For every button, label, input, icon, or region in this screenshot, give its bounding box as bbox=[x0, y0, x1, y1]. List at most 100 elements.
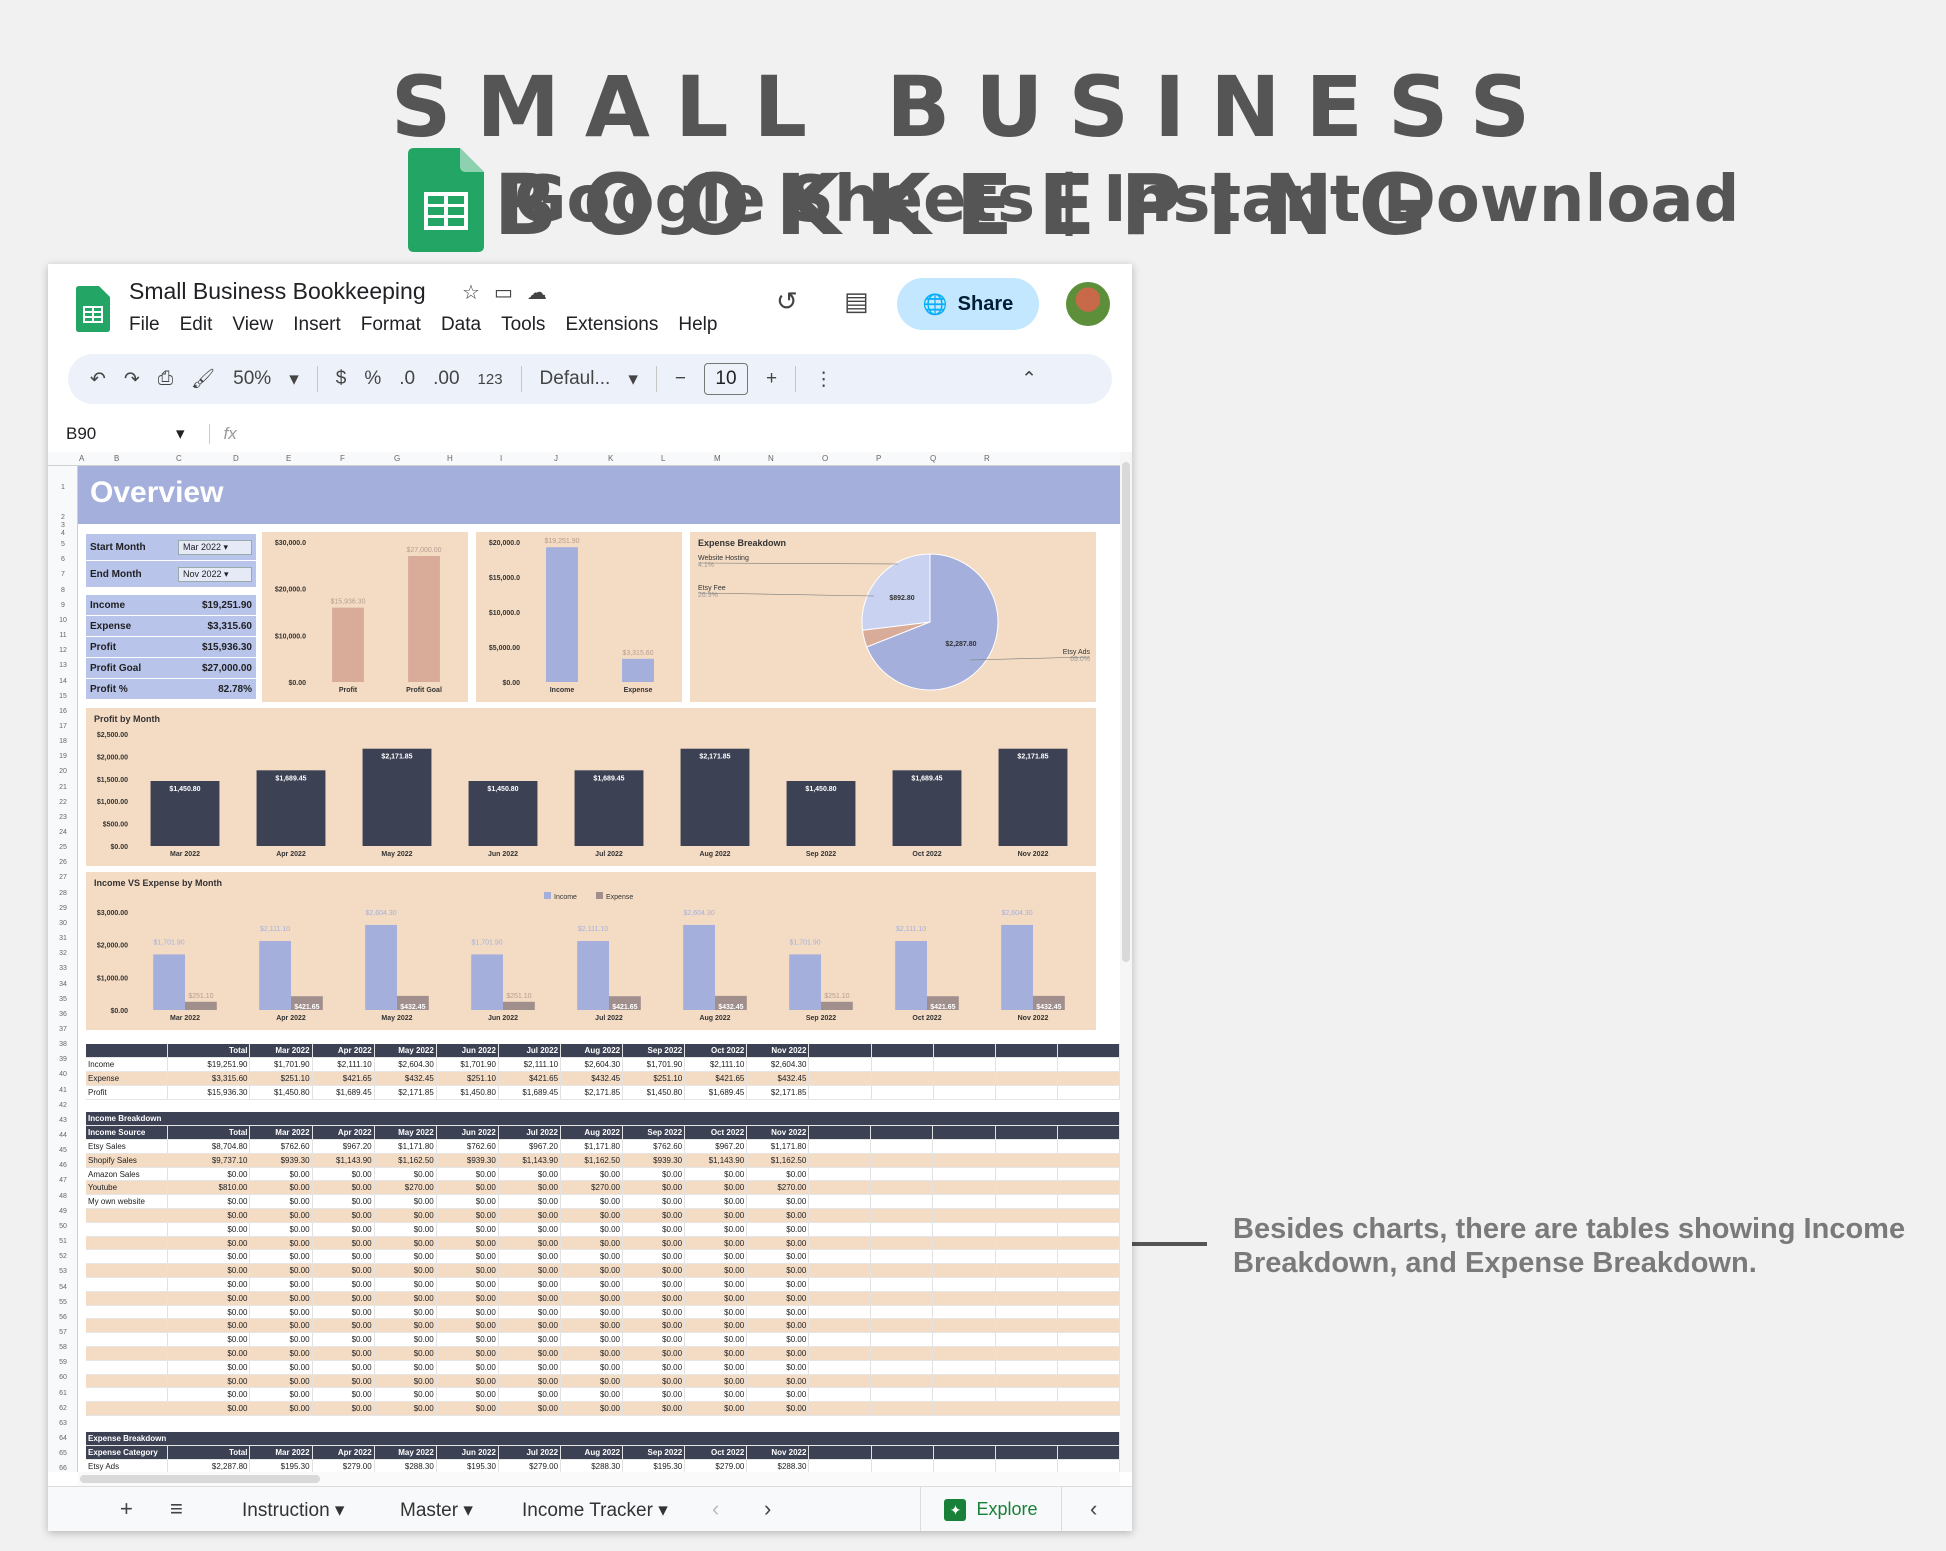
table-cell[interactable]: $939.30 bbox=[436, 1153, 498, 1167]
table-cell[interactable]: $0.00 bbox=[498, 1402, 560, 1416]
row-header[interactable]: 66 bbox=[48, 1465, 78, 1472]
table-cell[interactable]: $0.00 bbox=[250, 1374, 312, 1388]
table-cell[interactable] bbox=[933, 1044, 995, 1058]
row-header[interactable]: 26 bbox=[48, 859, 78, 866]
table-cell[interactable] bbox=[809, 1209, 871, 1223]
table-cell[interactable] bbox=[871, 1140, 933, 1154]
row-header[interactable]: 4 bbox=[48, 530, 78, 537]
table-cell[interactable] bbox=[871, 1181, 933, 1195]
menu-help[interactable]: Help bbox=[678, 314, 717, 336]
table-cell[interactable]: $0.00 bbox=[312, 1209, 374, 1223]
table-cell[interactable] bbox=[933, 1264, 995, 1278]
table-cell[interactable] bbox=[86, 1278, 168, 1292]
side-panel-toggle-icon[interactable]: ‹ bbox=[1090, 1496, 1097, 1522]
table-cell[interactable]: $0.00 bbox=[498, 1347, 560, 1361]
table-cell[interactable] bbox=[871, 1374, 933, 1388]
table-cell[interactable]: $0.00 bbox=[436, 1347, 498, 1361]
row-header[interactable]: 28 bbox=[48, 890, 78, 897]
table-cell[interactable]: Aug 2022 bbox=[561, 1044, 623, 1058]
table-cell[interactable]: $0.00 bbox=[168, 1333, 250, 1347]
table-cell[interactable] bbox=[933, 1388, 995, 1402]
table-cell[interactable]: $0.00 bbox=[498, 1374, 560, 1388]
column-header[interactable]: C bbox=[176, 454, 182, 463]
table-cell[interactable]: $0.00 bbox=[250, 1402, 312, 1416]
table-cell[interactable]: $270.00 bbox=[374, 1181, 436, 1195]
table-cell[interactable]: $0.00 bbox=[623, 1319, 685, 1333]
increase-decimal-button[interactable]: .00 bbox=[433, 368, 459, 390]
table-cell[interactable]: $0.00 bbox=[250, 1195, 312, 1209]
table-cell[interactable] bbox=[871, 1278, 933, 1292]
table-cell[interactable] bbox=[995, 1305, 1057, 1319]
table-cell[interactable] bbox=[1057, 1072, 1119, 1086]
table-cell[interactable]: $421.65 bbox=[498, 1072, 560, 1086]
table-cell[interactable]: Oct 2022 bbox=[685, 1446, 747, 1460]
table-cell[interactable]: $3,315.60 bbox=[168, 1072, 250, 1086]
table-cell[interactable]: $0.00 bbox=[436, 1278, 498, 1292]
table-cell[interactable] bbox=[86, 1388, 168, 1402]
table-cell[interactable]: $0.00 bbox=[168, 1250, 250, 1264]
row-header[interactable]: 22 bbox=[48, 799, 78, 806]
avatar[interactable] bbox=[1066, 282, 1110, 326]
sheets-app-icon[interactable] bbox=[76, 286, 110, 332]
table-cell[interactable]: $0.00 bbox=[560, 1236, 622, 1250]
table-cell[interactable] bbox=[809, 1126, 871, 1140]
table-cell[interactable]: May 2022 bbox=[374, 1044, 436, 1058]
table-cell[interactable]: Nov 2022 bbox=[747, 1446, 809, 1460]
table-cell[interactable]: $0.00 bbox=[168, 1360, 250, 1374]
table-cell[interactable]: $0.00 bbox=[560, 1319, 622, 1333]
table-cell[interactable]: $432.45 bbox=[374, 1072, 436, 1086]
row-header[interactable]: 53 bbox=[48, 1268, 78, 1275]
table-cell[interactable] bbox=[871, 1236, 933, 1250]
table-cell[interactable] bbox=[871, 1291, 933, 1305]
table-cell[interactable]: May 2022 bbox=[374, 1126, 436, 1140]
table-cell[interactable]: $0.00 bbox=[747, 1291, 809, 1305]
table-cell[interactable]: $0.00 bbox=[560, 1278, 622, 1292]
table-cell[interactable] bbox=[809, 1250, 871, 1264]
add-sheet-icon[interactable]: + bbox=[120, 1496, 133, 1522]
table-cell[interactable]: $0.00 bbox=[498, 1305, 560, 1319]
row-header[interactable]: 49 bbox=[48, 1208, 78, 1215]
table-cell[interactable] bbox=[933, 1347, 995, 1361]
star-icon[interactable]: ☆ bbox=[462, 280, 480, 305]
table-cell[interactable]: $0.00 bbox=[560, 1250, 622, 1264]
font-size-input[interactable]: 10 bbox=[704, 363, 748, 395]
row-header[interactable]: 32 bbox=[48, 950, 78, 957]
table-cell[interactable] bbox=[1057, 1278, 1119, 1292]
table-cell[interactable] bbox=[1057, 1460, 1119, 1472]
table-cell[interactable]: $762.60 bbox=[436, 1140, 498, 1154]
table-cell[interactable]: $0.00 bbox=[374, 1278, 436, 1292]
table-cell[interactable] bbox=[1057, 1195, 1119, 1209]
table-cell[interactable]: $0.00 bbox=[250, 1278, 312, 1292]
table-cell[interactable]: Aug 2022 bbox=[561, 1446, 623, 1460]
table-cell[interactable]: $0.00 bbox=[250, 1319, 312, 1333]
table-cell[interactable]: $0.00 bbox=[685, 1402, 747, 1416]
table-cell[interactable]: $0.00 bbox=[436, 1195, 498, 1209]
zoom-select[interactable]: 50% bbox=[233, 368, 271, 390]
table-cell[interactable]: $967.20 bbox=[498, 1140, 560, 1154]
table-cell[interactable] bbox=[933, 1072, 995, 1086]
table-cell[interactable] bbox=[809, 1347, 871, 1361]
table-cell[interactable]: Profit bbox=[86, 1085, 168, 1099]
table-cell[interactable] bbox=[86, 1374, 168, 1388]
table-cell[interactable]: $0.00 bbox=[436, 1264, 498, 1278]
table-cell[interactable]: $1,143.90 bbox=[498, 1153, 560, 1167]
table-cell[interactable] bbox=[995, 1072, 1057, 1086]
column-header[interactable]: O bbox=[822, 454, 828, 463]
table-cell[interactable] bbox=[1057, 1264, 1119, 1278]
table-cell[interactable]: $2,171.85 bbox=[374, 1085, 436, 1099]
table-cell[interactable] bbox=[86, 1250, 168, 1264]
table-cell[interactable]: Youtube bbox=[86, 1181, 168, 1195]
table-cell[interactable]: $0.00 bbox=[747, 1264, 809, 1278]
table-cell[interactable] bbox=[1057, 1181, 1119, 1195]
table-cell[interactable]: $1,143.90 bbox=[685, 1153, 747, 1167]
table-cell[interactable]: $0.00 bbox=[623, 1209, 685, 1223]
all-sheets-icon[interactable]: ≡ bbox=[170, 1496, 183, 1522]
table-cell[interactable]: Jun 2022 bbox=[436, 1446, 498, 1460]
table-cell[interactable] bbox=[86, 1402, 168, 1416]
table-cell[interactable]: $0.00 bbox=[498, 1360, 560, 1374]
row-header[interactable]: 19 bbox=[48, 753, 78, 760]
table-cell[interactable]: $1,701.90 bbox=[623, 1058, 685, 1072]
table-cell[interactable]: $0.00 bbox=[747, 1167, 809, 1181]
row-header[interactable]: 63 bbox=[48, 1420, 78, 1427]
table-cell[interactable] bbox=[1057, 1402, 1119, 1416]
